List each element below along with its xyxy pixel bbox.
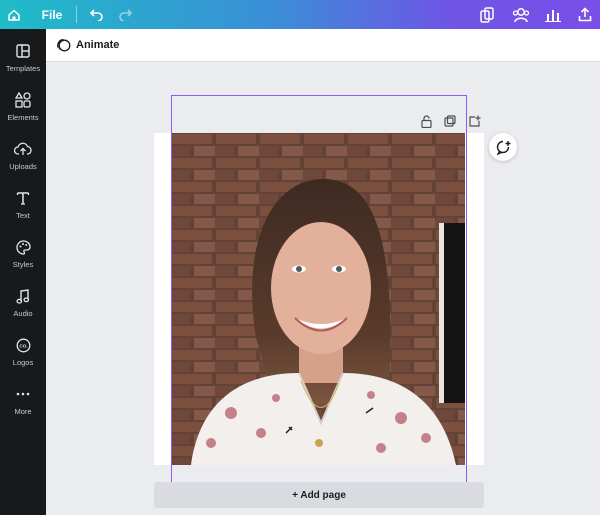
share-people-button[interactable] [510, 0, 532, 29]
sidebar-item-label: Text [16, 211, 30, 220]
context-toolbar: Animate [46, 29, 600, 62]
more-dots-icon [16, 392, 30, 396]
sidebar-item-label: Uploads [9, 162, 37, 171]
insights-button[interactable] [543, 0, 563, 29]
sidebar-item-templates[interactable]: Templates [0, 37, 46, 83]
sidebar-item-label: Audio [13, 309, 33, 318]
redo-button[interactable] [116, 0, 136, 29]
logos-icon: CO. [16, 338, 30, 352]
add-page-button[interactable]: + Add page [154, 482, 484, 508]
animate-button[interactable] [56, 38, 71, 57]
cloud-upload-icon [14, 142, 32, 155]
add-page-icon [469, 115, 481, 127]
sidebar-item-more[interactable]: More [0, 380, 46, 426]
sidebar-item-text[interactable]: Text [0, 184, 46, 230]
sidebar-item-label: Elements [7, 113, 39, 122]
lock-icon [421, 114, 432, 128]
comment-icon [496, 140, 510, 155]
palette-icon [15, 239, 31, 255]
animate-label[interactable]: Animate [76, 39, 119, 51]
add-element-button[interactable] [468, 114, 481, 128]
download-icon [578, 7, 592, 22]
sidebar-item-uploads[interactable]: Uploads [0, 135, 46, 181]
text-icon [16, 192, 30, 205]
svg-text:CO.: CO. [19, 343, 27, 348]
scrollbar-thumb[interactable] [593, 62, 597, 515]
top-toolbar: File [0, 0, 600, 29]
sidebar-item-label: More [14, 407, 32, 416]
selection-frame[interactable] [171, 95, 467, 488]
download-button[interactable] [575, 0, 595, 29]
undo-icon [89, 8, 103, 21]
add-comment-button[interactable] [489, 133, 517, 161]
elements-icon [15, 92, 31, 108]
sidebar-item-elements[interactable]: Elements [0, 86, 46, 132]
music-note-icon [16, 288, 30, 304]
file-menu-button[interactable]: File [36, 0, 68, 29]
templates-icon [16, 44, 30, 58]
undo-button[interactable] [86, 0, 106, 29]
redo-icon [119, 8, 133, 21]
vertical-scrollbar[interactable] [590, 62, 600, 515]
sidebar-item-logos[interactable]: CO. Logos [0, 331, 46, 377]
sidebar-item-audio[interactable]: Audio [0, 282, 46, 328]
insights-icon [545, 9, 561, 22]
home-icon [8, 9, 20, 21]
resize-icon [480, 6, 494, 23]
resize-button[interactable] [476, 0, 498, 29]
sidebar-item-label: Templates [5, 64, 41, 73]
lock-button[interactable] [421, 114, 432, 128]
left-sidebar: Templates Elements Uploads Text Styles A… [0, 29, 46, 515]
toolbar-divider [76, 6, 77, 23]
share-people-icon [512, 7, 530, 22]
sidebar-item-label: Logos [12, 358, 34, 367]
duplicate-icon [444, 115, 456, 127]
duplicate-button[interactable] [444, 114, 456, 128]
sidebar-item-styles[interactable]: Styles [0, 233, 46, 279]
sidebar-item-label: Styles [12, 260, 34, 269]
home-button[interactable] [0, 0, 28, 29]
animate-icon [57, 38, 71, 52]
